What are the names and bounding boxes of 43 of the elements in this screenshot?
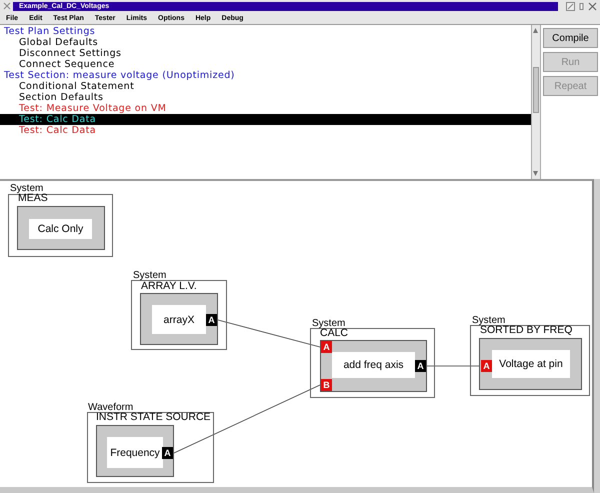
tree-item[interactable]: Conditional Statement [0,81,531,92]
scroll-up-icon[interactable] [532,27,539,34]
tree-item[interactable]: Test: Calc Data [0,114,531,125]
node-category: System [312,318,346,329]
node-title: CALC [320,328,348,339]
tree-item[interactable]: Test Section: measure voltage (Unoptimized) [0,70,531,81]
scrollbar[interactable] [531,25,541,179]
tree-item[interactable]: Disconnect Settings [0,48,531,59]
node-label: arrayX [152,305,206,334]
tree-item[interactable]: Test Plan Settings [0,26,531,37]
node-frame[interactable] [310,328,435,398]
node-label: Voltage at pin [492,350,570,378]
port-marker[interactable]: A [415,360,426,372]
tree-item[interactable]: Section Defaults [0,92,531,103]
node-label: Calc Only [29,219,92,239]
node-title: MEAS [18,193,48,204]
node-title: ARRAY L.V. [141,281,197,292]
tree-item[interactable]: Test: Calc Data [0,125,531,136]
action-button[interactable]: Compile [543,28,598,48]
node-label: add freq axis [332,352,415,378]
tree-item[interactable]: Connect Sequence [0,59,531,70]
node-title: INSTR STATE SOURCE [96,412,211,423]
port-marker[interactable]: A [206,314,217,326]
node-category: Waveform [88,402,134,413]
port-marker[interactable]: A [162,447,173,459]
scroll-down-icon[interactable] [532,170,539,177]
maximize-icon[interactable] [566,2,575,10]
port-marker[interactable]: B [321,379,332,391]
node-category: System [133,270,166,281]
node-label: Frequency [107,437,163,468]
node-frame[interactable] [131,280,227,350]
port-marker[interactable]: A [321,341,332,353]
port-marker[interactable]: A [481,360,492,372]
node-frame[interactable] [470,325,590,396]
node-frame[interactable] [87,412,214,483]
node-title: SORTED BY FREQ [480,325,572,336]
close-icon[interactable] [588,2,597,10]
node-category: System [472,315,506,326]
scroll-thumb[interactable] [533,67,539,113]
tree-item[interactable]: Test: Measure Voltage on VM [0,103,531,114]
node-frame[interactable] [8,194,113,257]
tree-item[interactable]: Global Defaults [0,37,531,48]
node-category: System [10,183,44,194]
